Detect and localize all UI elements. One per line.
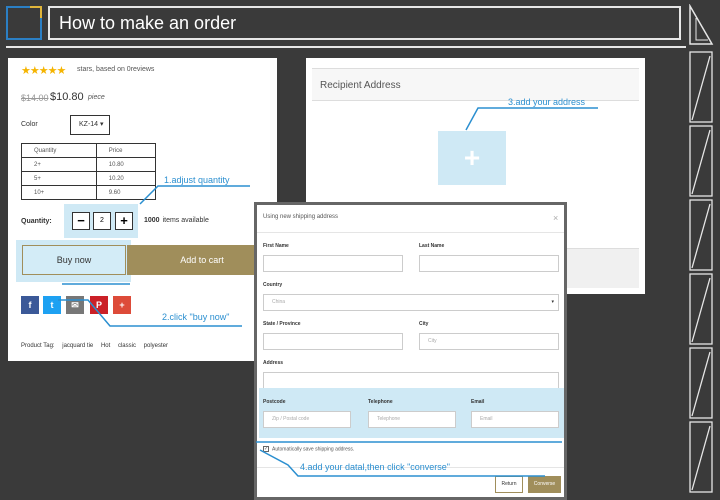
annotation-lines (58, 107, 598, 477)
annotation-step2: 2.click "buy now" (162, 312, 230, 322)
annotation-step1: 1.adjust quantity (164, 175, 230, 185)
annotation-step4: 4.add your datal,then click "converse" (300, 462, 450, 472)
annotation-step3: 3.add your address (508, 97, 586, 107)
